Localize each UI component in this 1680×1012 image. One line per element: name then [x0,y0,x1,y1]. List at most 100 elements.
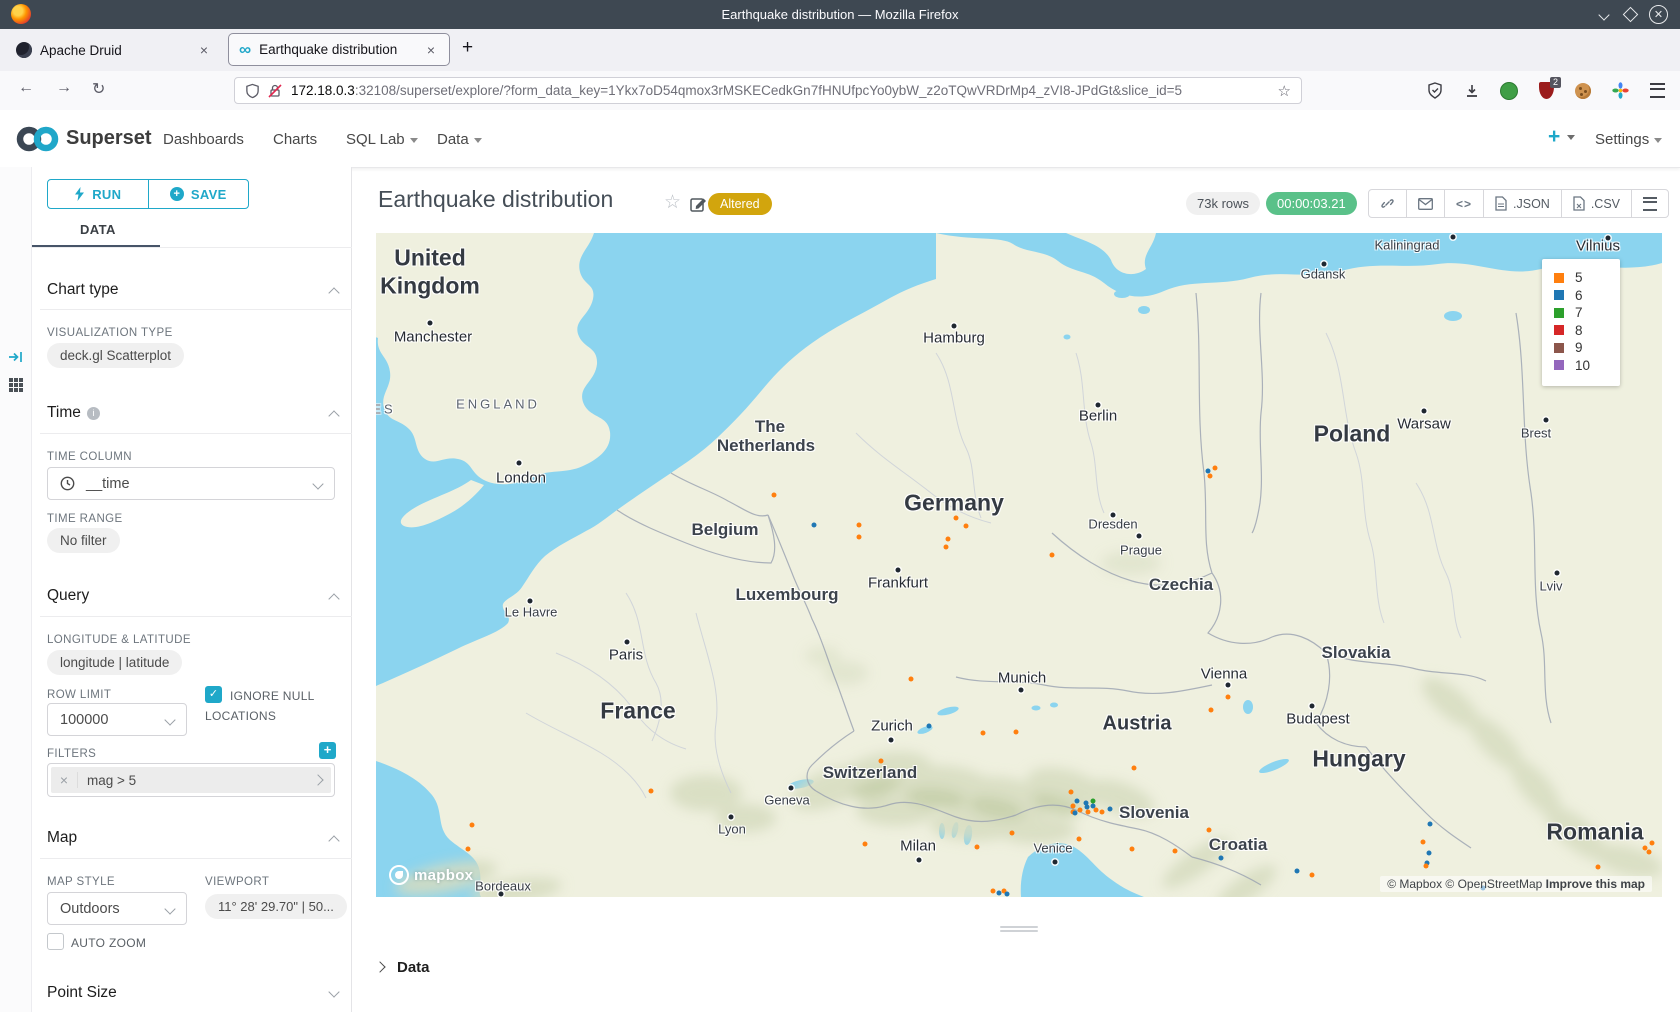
viz-type-value[interactable]: deck.gl Scatterplot [47,343,184,368]
embed-code-button[interactable]: <> [1444,190,1483,217]
export-json-button[interactable]: .JSON [1483,190,1561,217]
map-attribution[interactable]: © Mapbox © OpenStreetMap Improve this ma… [1380,876,1652,892]
earthquake-point[interactable] [1310,873,1315,878]
earthquake-point[interactable] [1078,808,1083,813]
earthquake-point[interactable] [1213,466,1218,471]
earthquake-point[interactable] [772,493,777,498]
section-point-size[interactable]: Point Size [47,984,117,1002]
email-button[interactable] [1406,190,1444,217]
remove-filter-icon[interactable]: × [51,772,78,788]
nav-settings[interactable]: Settings [1595,131,1662,148]
earthquake-point[interactable] [1226,695,1231,700]
earthquake-point[interactable] [1077,837,1082,842]
map-style-select[interactable]: Outdoors [47,892,187,925]
filter-chip[interactable]: × mag > 5 [51,767,331,793]
earthquake-point[interactable] [1647,850,1652,855]
legend-item[interactable]: 5 [1554,269,1620,287]
improve-map-link[interactable]: Improve this map [1546,877,1645,891]
earthquake-point[interactable] [944,545,949,550]
earthquake-point[interactable] [1005,892,1010,897]
chevron-right-icon[interactable] [312,774,323,785]
earthquake-point[interactable] [1010,831,1015,836]
section-chart-type[interactable]: Chart type [47,281,119,299]
time-column-select[interactable]: __time [47,467,335,500]
earthquake-point[interactable] [1173,849,1178,854]
tracking-shield-icon[interactable] [245,83,260,99]
earthquake-point[interactable] [964,524,969,529]
earthquake-point[interactable] [975,845,980,850]
earthquake-point[interactable] [927,724,932,729]
browser-menu-icon[interactable] [1648,82,1666,100]
window-close-button[interactable]: ✕ [1649,0,1668,29]
earthquake-point[interactable] [1094,808,1099,813]
add-filter-button[interactable]: + [319,742,336,759]
back-button[interactable]: ← [18,79,34,97]
legend-item[interactable]: 7 [1554,304,1620,322]
bookmark-star-icon[interactable]: ☆ [1278,82,1291,100]
new-tab-button[interactable]: + [462,37,473,59]
deckgl-map[interactable]: UnitedKingdomManchesterENGLANDESLondonTh… [376,233,1662,897]
viewport-value[interactable]: 11° 28' 29.70" | 50... [205,894,347,919]
pocket-shield-icon[interactable] [1426,82,1444,100]
nav-charts[interactable]: Charts [273,131,317,148]
earthquake-point[interactable] [1421,840,1426,845]
chart-menu-button[interactable] [1631,190,1668,217]
earthquake-point[interactable] [1071,804,1076,809]
earthquake-point[interactable] [857,523,862,528]
share-link-button[interactable] [1369,190,1406,217]
data-panel-toggle[interactable]: Data [376,952,1662,982]
row-limit-select[interactable]: 100000 [47,703,187,736]
legend-item[interactable]: 9 [1554,339,1620,357]
window-minimize-button[interactable] [1600,0,1608,29]
section-map[interactable]: Map [47,829,77,847]
earthquake-point[interactable] [1069,790,1074,795]
earthquake-point[interactable] [863,842,868,847]
ignore-null-checkbox[interactable]: ✓ [205,686,222,703]
earthquake-point[interactable] [1427,851,1432,856]
export-csv-button[interactable]: .CSV [1561,190,1631,217]
superset-logo-icon[interactable] [14,124,62,154]
earthquake-point[interactable] [946,537,951,542]
earthquake-point[interactable] [1108,807,1113,812]
earthquake-point[interactable] [1091,799,1096,804]
earthquake-point[interactable] [954,516,959,521]
earthquake-point[interactable] [649,789,654,794]
earthquake-point[interactable] [991,889,996,894]
earthquake-point[interactable] [1130,847,1135,852]
earthquake-point[interactable] [1428,822,1433,827]
extension-green-icon[interactable] [1500,82,1518,100]
legend-item[interactable]: 6 [1554,287,1620,305]
earthquake-point[interactable] [857,535,862,540]
legend-item[interactable]: 10 [1554,357,1620,375]
earthquake-point[interactable] [812,523,817,528]
ublock-shield-icon[interactable]: 2 [1537,82,1555,100]
tab-close-icon[interactable]: × [423,42,439,58]
edit-pencil-icon[interactable] [690,195,707,212]
earthquake-point[interactable] [1100,810,1105,815]
earthquake-point[interactable] [909,677,914,682]
tab-data[interactable]: DATA [80,222,116,237]
earthquake-point[interactable] [1295,869,1300,874]
earthquake-point[interactable] [470,823,475,828]
cookie-extension-icon[interactable] [1574,82,1592,100]
insecure-lock-icon[interactable] [268,83,282,99]
run-button[interactable]: RUN [48,180,148,208]
nav-sql-lab[interactable]: SQL Lab [346,131,418,148]
earthquake-point[interactable] [1050,553,1055,558]
section-query[interactable]: Query [47,587,89,605]
earthquake-point[interactable] [1086,810,1091,815]
earthquake-point[interactable] [981,731,986,736]
url-bar[interactable]: 172.18.0.3:32108/superset/explore/?form_… [234,77,1302,104]
earthquake-point[interactable] [1075,799,1080,804]
downloads-icon[interactable] [1463,82,1481,100]
save-button[interactable]: + SAVE [148,180,249,208]
altered-badge[interactable]: Altered [708,193,772,215]
earthquake-point[interactable] [1643,846,1648,851]
tab-close-icon[interactable]: × [196,42,212,58]
nav-dashboards[interactable]: Dashboards [163,131,244,148]
earthquake-point[interactable] [1014,730,1019,735]
add-new-button[interactable]: + [1548,125,1575,149]
pinwheel-extension-icon[interactable] [1611,82,1629,100]
tab-apache-druid[interactable]: Apache Druid × [8,29,220,71]
forward-button[interactable]: → [56,79,72,97]
